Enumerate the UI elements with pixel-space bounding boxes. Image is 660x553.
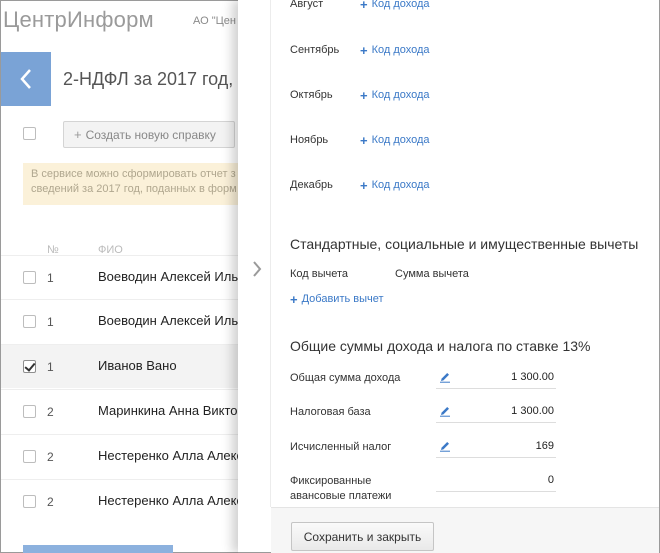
row-fio: Воеводин Алексей Иль (98, 269, 239, 284)
row-number: 2 (47, 450, 54, 464)
table-row[interactable]: 2 Маринкина Анна Викто (1, 389, 241, 433)
select-all-checkbox[interactable] (23, 127, 36, 140)
row-checkbox[interactable] (23, 315, 36, 328)
row-number: 2 (47, 405, 54, 419)
table-row[interactable]: 1 Воеводин Алексей Иль (1, 255, 241, 299)
deduction-code-header: Код вычета (290, 268, 349, 280)
row-checkbox-checked[interactable] (23, 360, 36, 373)
table-row[interactable]: 2 Нестеренко Алла Алекс (1, 479, 243, 523)
fixed-advance-payments-label: Фиксированные авансовые платежи (290, 475, 392, 502)
notice-line: сведений за 2017 год, поданных в форм (31, 183, 237, 195)
primary-action-button-partial[interactable] (23, 545, 173, 553)
add-deduction-button[interactable]: + Добавить вычет (290, 291, 384, 307)
total-income-field[interactable]: 1 300.00 (436, 367, 556, 389)
calculated-tax-field[interactable]: 169 (436, 436, 556, 458)
tax-base-field[interactable]: 1 300.00 (436, 401, 556, 423)
row-fio: Воеводин Алексей Иль (98, 313, 239, 328)
create-report-label: Создать новую справку (85, 127, 216, 142)
fixed-advance-payments-field[interactable]: 0 (436, 470, 556, 492)
row-fio: Нестеренко Алла Алекс (98, 448, 243, 463)
add-deduction-label: Добавить вычет (301, 293, 384, 305)
panel-footer: Сохранить и закрыть (271, 507, 659, 553)
income-details-panel: Август + Код дохода Сентябрь + Код доход… (238, 0, 660, 553)
row-fio: Иванов Вано (98, 358, 177, 373)
month-label: Октябрь (290, 89, 333, 101)
tax-base-label: Налоговая база (290, 406, 371, 418)
plus-icon: + (360, 42, 368, 58)
page-title: 2-НДФЛ за 2017 год, с (63, 69, 248, 89)
row-number: 1 (47, 271, 54, 285)
chevron-right-icon (253, 261, 262, 277)
plus-icon: + (360, 132, 368, 148)
row-checkbox[interactable] (23, 271, 36, 284)
table-row-selected[interactable]: 1 Иванов Вано (1, 344, 241, 388)
organization-name[interactable]: АО "Цен (193, 15, 236, 27)
row-checkbox[interactable] (23, 450, 36, 463)
add-income-code-label: Код дохода (371, 134, 430, 146)
table-row[interactable]: 2 Нестеренко Алла Алекс (1, 434, 243, 478)
totals-section-title: Общие суммы дохода и налога по ставке 13… (290, 338, 591, 354)
brand-logo-text: ЦентрИнформ (3, 7, 154, 32)
add-income-code-label: Код дохода (371, 0, 430, 10)
panel-divider (270, 0, 271, 507)
info-notice: В сервисе можно сформировать отчет з све… (23, 163, 243, 205)
plus-icon: + (360, 87, 368, 103)
add-income-code-label: Код дохода (371, 89, 430, 101)
month-label: Декабрь (290, 179, 333, 191)
plus-icon: + (360, 0, 368, 12)
plus-icon: + (290, 291, 298, 307)
save-and-close-button[interactable]: Сохранить и закрыть (291, 522, 434, 551)
add-income-code-button[interactable]: + Код дохода (360, 132, 430, 148)
add-income-code-button[interactable]: + Код дохода (360, 0, 430, 12)
chevron-left-icon (20, 69, 31, 89)
row-fio: Нестеренко Алла Алекс (98, 493, 243, 508)
deductions-section-title: Стандартные, социальные и имущественные … (290, 236, 639, 252)
month-label: Август (290, 0, 324, 10)
row-checkbox[interactable] (23, 495, 36, 508)
row-fio: Маринкина Анна Викто (98, 403, 238, 418)
deduction-sum-header: Сумма вычета (395, 268, 469, 280)
add-income-code-button[interactable]: + Код дохода (360, 177, 430, 193)
total-income-label: Общая сумма дохода (290, 372, 401, 384)
table-row[interactable]: 1 Воеводин Алексей Иль (1, 299, 241, 343)
month-label: Ноябрь (290, 134, 329, 146)
plus-icon: + (74, 127, 82, 142)
plus-icon: + (360, 177, 368, 193)
month-label: Сентябрь (290, 44, 340, 56)
row-number: 1 (47, 315, 54, 329)
notice-line: В сервисе можно сформировать отчет з (31, 168, 236, 180)
create-report-button[interactable]: + Создать новую справку (63, 121, 235, 148)
row-checkbox[interactable] (23, 405, 36, 418)
add-income-code-button[interactable]: + Код дохода (360, 87, 430, 103)
add-income-code-button[interactable]: + Код дохода (360, 42, 430, 58)
row-number: 2 (47, 495, 54, 509)
row-number: 1 (47, 360, 54, 374)
collapse-panel-button[interactable] (248, 259, 266, 279)
calculated-tax-label: Исчисленный налог (290, 441, 392, 453)
add-income-code-label: Код дохода (371, 179, 430, 191)
back-button[interactable] (1, 52, 51, 106)
add-income-code-label: Код дохода (371, 44, 430, 56)
